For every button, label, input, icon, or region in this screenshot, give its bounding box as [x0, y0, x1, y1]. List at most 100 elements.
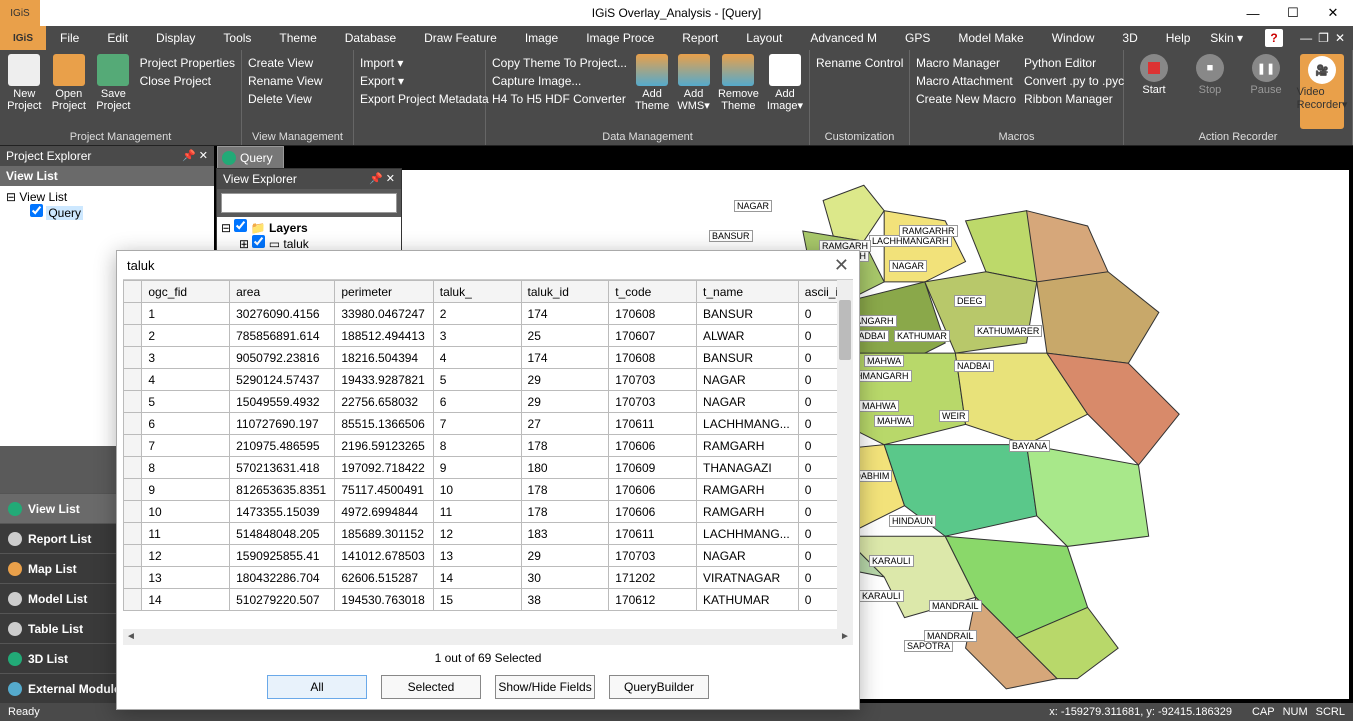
menu-edit[interactable]: Edit	[93, 26, 142, 50]
layer-combo[interactable]	[221, 193, 397, 213]
app-menu-button[interactable]: IGiS	[0, 26, 46, 50]
column-header[interactable]: perimeter	[335, 281, 433, 303]
query-checkbox[interactable]	[30, 204, 43, 217]
stop-record-button[interactable]: ■Stop	[1188, 54, 1232, 129]
horizontal-scrollbar[interactable]: ◄►	[123, 629, 853, 645]
layers-tree[interactable]: ⊟ 📁 Layers ⊞ ▭ taluk	[217, 217, 401, 253]
globe-icon	[8, 502, 22, 516]
table-row[interactable]: 6110727690.19785515.1366506727170611LACH…	[124, 413, 853, 435]
vertical-scrollbar[interactable]	[837, 280, 853, 629]
table-row[interactable]: 2785856891.614188512.494413325170607ALWA…	[124, 325, 853, 347]
capture-image-button[interactable]: Capture Image...	[492, 74, 627, 88]
new-project-button[interactable]: New Project	[6, 54, 43, 129]
menu-drawfeature[interactable]: Draw Feature	[410, 26, 511, 50]
attribute-grid[interactable]: ogc_fidareaperimetertaluk_taluk_idt_code…	[123, 280, 853, 611]
table-row[interactable]: 45290124.5743719433.9287821529170703NAGA…	[124, 369, 853, 391]
open-project-button[interactable]: Open Project	[51, 54, 88, 129]
ribbon-manager-button[interactable]: Ribbon Manager	[1024, 92, 1124, 106]
minimize-button[interactable]: —	[1233, 0, 1273, 26]
all-button[interactable]: All	[267, 675, 367, 699]
python-editor-button[interactable]: Python Editor	[1024, 56, 1124, 70]
add-wms-button[interactable]: Add WMS▾	[677, 54, 710, 129]
menu-tools[interactable]: Tools	[209, 26, 265, 50]
delete-view-button[interactable]: Delete View	[248, 92, 322, 106]
table-row[interactable]: 515049559.493222756.658032629170703NAGAR…	[124, 391, 853, 413]
skin-dropdown[interactable]: Skin ▾	[1210, 31, 1243, 45]
add-theme-button[interactable]: Add Theme	[635, 54, 669, 129]
table-row[interactable]: 11514848048.205185689.30115212183170611L…	[124, 523, 853, 545]
table-row[interactable]: 13180432286.70462606.5152871430171202VIR…	[124, 567, 853, 589]
mdi-restore-icon[interactable]: ❐	[1318, 31, 1329, 45]
menu-help[interactable]: Help	[1152, 26, 1205, 50]
copy-theme-button[interactable]: Copy Theme To Project...	[492, 56, 627, 70]
table-row[interactable]: 121590925855.41141012.6785031329170703NA…	[124, 545, 853, 567]
close-project-button[interactable]: Close Project	[140, 74, 235, 88]
table-row[interactable]: 8570213631.418197092.7184229180170609THA…	[124, 457, 853, 479]
column-header[interactable]: t_code	[609, 281, 697, 303]
project-properties-button[interactable]: Project Properties	[140, 56, 235, 70]
column-header[interactable]: t_name	[697, 281, 799, 303]
export-button[interactable]: Export ▾	[360, 74, 489, 88]
menu-improc[interactable]: Image Proce	[572, 26, 668, 50]
mdi-minimize-icon[interactable]: —	[1300, 31, 1312, 45]
layers-checkbox[interactable]	[234, 219, 247, 232]
view-explorer-panel: View Explorer📌 ✕ ⊟ 📁 Layers ⊞ ▭ taluk	[216, 168, 402, 254]
document-tab-query[interactable]: Query	[217, 146, 284, 168]
table-row[interactable]: 101473355.150394972.699484411178170606RA…	[124, 501, 853, 523]
menu-file[interactable]: File	[46, 26, 93, 50]
rename-control-button[interactable]: Rename Control	[816, 56, 903, 70]
export-metadata-button[interactable]: Export Project Metadata	[360, 92, 489, 106]
menu-window[interactable]: Window	[1038, 26, 1109, 50]
menu-3d[interactable]: 3D	[1108, 26, 1151, 50]
help-icon[interactable]: ?	[1265, 29, 1283, 47]
scrl-indicator: SCRL	[1316, 706, 1345, 718]
column-header[interactable]: taluk_id	[521, 281, 609, 303]
column-header[interactable]: area	[230, 281, 335, 303]
querybuilder-button[interactable]: QueryBuilder	[609, 675, 709, 699]
menu-theme[interactable]: Theme	[265, 26, 330, 50]
table-row[interactable]: 7210975.4865952196.591232658178170606RAM…	[124, 435, 853, 457]
menu-display[interactable]: Display	[142, 26, 209, 50]
menu-adv[interactable]: Advanced M	[796, 26, 891, 50]
maximize-button[interactable]: ☐	[1273, 0, 1313, 26]
create-macro-button[interactable]: Create New Macro	[916, 92, 1016, 106]
dialog-close-button[interactable]: ✕	[834, 255, 849, 276]
start-record-button[interactable]: Start	[1132, 54, 1176, 129]
pin-icon[interactable]: 📌 ✕	[369, 169, 395, 189]
convert-py-button[interactable]: Convert .py to .pyc	[1024, 74, 1124, 88]
column-header[interactable]: ogc_fid	[142, 281, 230, 303]
pin-icon[interactable]: 📌 ✕	[182, 146, 208, 166]
menu-layout[interactable]: Layout	[732, 26, 796, 50]
region-label: MAHWA	[859, 400, 899, 412]
table-row[interactable]: 14510279220.507194530.7630181538170612KA…	[124, 589, 853, 611]
menu-image[interactable]: Image	[511, 26, 572, 50]
table-row[interactable]: 9812653635.835175117.450049110178170606R…	[124, 479, 853, 501]
h4h5-button[interactable]: H4 To H5 HDF Converter	[492, 92, 627, 106]
selected-button[interactable]: Selected	[381, 675, 481, 699]
menu-gps[interactable]: GPS	[891, 26, 944, 50]
menu-report[interactable]: Report	[668, 26, 732, 50]
table-row[interactable]: 130276090.415633980.04672472174170608BAN…	[124, 303, 853, 325]
remove-theme-button[interactable]: Remove Theme	[718, 54, 759, 129]
video-recorder-button[interactable]: 🎥Video Recorder▾	[1300, 54, 1344, 129]
table-row[interactable]: 39050792.2381618216.5043944174170608BANS…	[124, 347, 853, 369]
showhide-fields-button[interactable]: Show/Hide Fields	[495, 675, 595, 699]
menu-database[interactable]: Database	[331, 26, 410, 50]
macro-attachment-button[interactable]: Macro Attachment	[916, 74, 1016, 88]
save-project-button[interactable]: Save Project	[95, 54, 132, 129]
rename-view-button[interactable]: Rename View	[248, 74, 322, 88]
tree-item-query[interactable]: Query	[46, 206, 83, 220]
attribute-table-dialog: taluk✕ ogc_fidareaperimetertaluk_taluk_i…	[116, 250, 860, 710]
taluk-checkbox[interactable]	[252, 235, 265, 248]
view-list-header: View List	[0, 166, 214, 186]
menu-model[interactable]: Model Make	[944, 26, 1037, 50]
create-view-button[interactable]: Create View	[248, 56, 322, 70]
close-button[interactable]: ✕	[1313, 0, 1353, 26]
import-button[interactable]: Import ▾	[360, 56, 489, 70]
column-header[interactable]: taluk_	[433, 281, 521, 303]
add-image-button[interactable]: Add Image▾	[767, 54, 803, 129]
mdi-close-icon[interactable]: ✕	[1335, 31, 1345, 45]
macro-manager-button[interactable]: Macro Manager	[916, 56, 1016, 70]
pause-record-button[interactable]: ❚❚Pause	[1244, 54, 1288, 129]
region-label: KATHUMAR	[894, 330, 950, 342]
